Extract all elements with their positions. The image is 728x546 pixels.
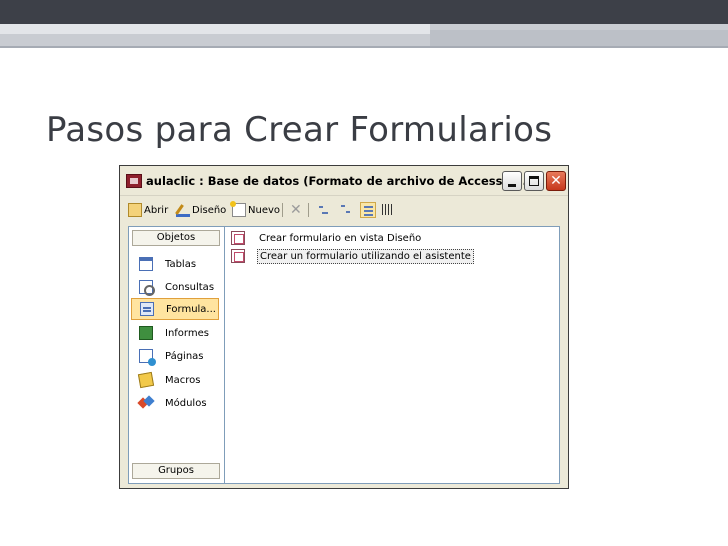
- object-item-formularios[interactable]: Formula...: [131, 298, 219, 320]
- form-icon: [140, 302, 154, 316]
- delete-button[interactable]: ✕: [290, 201, 302, 219]
- query-icon: [139, 280, 155, 296]
- object-item-consultas[interactable]: Consultas: [131, 276, 219, 298]
- object-item-macros[interactable]: Macros: [131, 369, 219, 391]
- object-item-tablas[interactable]: Tablas: [131, 253, 219, 275]
- object-item-paginas[interactable]: Páginas: [131, 345, 219, 367]
- open-button[interactable]: Abrir: [128, 201, 168, 219]
- close-icon: ✕: [550, 173, 562, 189]
- object-item-label: Tablas: [165, 258, 197, 270]
- small-icons-icon-part: [346, 211, 350, 213]
- object-item-label: Consultas: [165, 281, 215, 293]
- list-item-create-wizard[interactable]: Crear un formulario utilizando el asiste…: [231, 248, 474, 264]
- toolbar-separator: [308, 203, 309, 217]
- design-button[interactable]: Diseño: [176, 201, 226, 219]
- list-view-icon-part: [364, 214, 373, 216]
- slide-title: Pasos para Crear Formularios: [46, 110, 553, 150]
- details-view-icon: [382, 204, 393, 215]
- list-view-icon-part: [364, 210, 373, 212]
- design-icon: [176, 203, 190, 217]
- database-window: aulaclic : Base de datos (Formato de arc…: [119, 165, 569, 489]
- report-icon: [139, 326, 153, 340]
- list-view-button[interactable]: [360, 202, 376, 218]
- maximize-icon: [529, 176, 539, 186]
- design-label: Diseño: [192, 204, 227, 216]
- object-item-label: Macros: [165, 374, 201, 386]
- access-app-icon: [126, 174, 142, 188]
- list-item-label: Crear un formulario utilizando el asiste…: [257, 248, 474, 264]
- window-title: aulaclic : Base de datos (Formato de arc…: [146, 174, 536, 188]
- minimize-button[interactable]: [502, 171, 522, 191]
- groups-header-button[interactable]: Grupos: [132, 463, 220, 479]
- list-item-create-design[interactable]: Crear formulario en vista Diseño: [231, 230, 423, 246]
- window-titlebar[interactable]: aulaclic : Base de datos (Formato de arc…: [120, 166, 568, 196]
- small-icons-icon: [341, 205, 345, 207]
- objects-pane: Objetos Tablas Consultas Formula... Info…: [129, 227, 225, 483]
- details-view-button[interactable]: [380, 202, 396, 218]
- object-item-modulos[interactable]: Módulos: [131, 392, 219, 414]
- large-icons-icon: [319, 206, 323, 208]
- page-icon: [139, 349, 156, 366]
- object-item-label: Páginas: [165, 350, 204, 362]
- object-item-label: Módulos: [165, 397, 207, 409]
- form-wizard-icon: [231, 249, 245, 263]
- new-icon: [230, 201, 246, 217]
- module-icon: [139, 396, 153, 410]
- slide-stripe-line: [0, 46, 728, 48]
- open-label: Abrir: [144, 204, 169, 216]
- list-view-icon: [364, 206, 373, 208]
- object-item-label: Formula...: [166, 303, 216, 315]
- minimize-icon: [508, 184, 516, 187]
- table-icon: [139, 257, 153, 271]
- window-toolbar: Abrir Diseño Nuevo ✕: [120, 197, 568, 223]
- large-icons-view-button[interactable]: [316, 202, 332, 218]
- new-button[interactable]: Nuevo: [230, 201, 281, 219]
- slide-top-bar: [0, 0, 728, 24]
- forms-list: Crear formulario en vista Diseño Crear u…: [227, 227, 559, 483]
- close-button[interactable]: ✕: [546, 171, 566, 191]
- list-item-label: Crear formulario en vista Diseño: [259, 232, 422, 244]
- toolbar-separator: [282, 203, 283, 217]
- object-item-label: Informes: [165, 327, 209, 339]
- objects-header-button[interactable]: Objetos: [132, 230, 220, 246]
- slide-stripe-highlight: [0, 24, 430, 34]
- delete-icon: ✕: [290, 202, 302, 218]
- open-icon: [128, 203, 142, 217]
- form-design-icon: [231, 231, 245, 245]
- slide-stripe-right: [430, 30, 728, 46]
- macro-icon: [137, 371, 155, 389]
- object-item-informes[interactable]: Informes: [131, 322, 219, 344]
- large-icons-icon-part: [322, 212, 328, 214]
- database-content: Objetos Tablas Consultas Formula... Info…: [128, 226, 560, 484]
- new-label: Nuevo: [248, 204, 281, 216]
- small-icons-view-button[interactable]: [338, 202, 354, 218]
- maximize-button[interactable]: [524, 171, 544, 191]
